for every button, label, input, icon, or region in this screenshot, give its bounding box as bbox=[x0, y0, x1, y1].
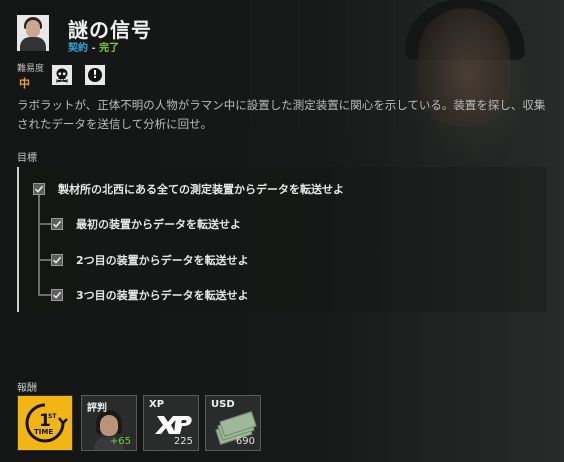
reward-value: +65 bbox=[109, 436, 131, 447]
objective-text: 最初の装置からデータを転送せよ bbox=[76, 218, 241, 231]
reward-title: USD bbox=[211, 399, 235, 410]
objective-text: 製材所の北西にある全ての測定装置からデータを転送せよ bbox=[58, 183, 344, 196]
reward-first-time[interactable]: 1 ST TIME bbox=[17, 395, 73, 451]
objective-item-sub: 2つ目の装置からデータを転送せよ bbox=[51, 252, 249, 268]
svg-text:ST: ST bbox=[48, 413, 57, 420]
portrait-body bbox=[20, 37, 46, 51]
reward-title: 評判 bbox=[87, 403, 107, 414]
difficulty-label: 難易度 bbox=[17, 64, 45, 74]
mission-panel: 謎の信号 契約 - 完了 難易度 中 ! ラボラットが、正体不明の人物がラマン中… bbox=[0, 0, 564, 462]
checkbox-checked-icon bbox=[33, 183, 45, 195]
difficulty-value: 中 bbox=[19, 77, 30, 90]
reward-xp[interactable]: XP 225 bbox=[143, 395, 199, 451]
reward-usd[interactable]: USD 690 bbox=[205, 395, 261, 451]
alert-icon: ! bbox=[85, 65, 105, 85]
checkbox-checked-icon bbox=[51, 218, 63, 230]
portrait-head bbox=[26, 20, 40, 37]
reward-value: 690 bbox=[235, 436, 255, 447]
svg-text:TIME: TIME bbox=[34, 428, 53, 436]
objective-text: 2つ目の装置からデータを転送せよ bbox=[76, 254, 249, 267]
mission-type: 契約 bbox=[68, 43, 88, 54]
rewards-label: 報酬 bbox=[17, 383, 37, 394]
objective-item-sub: 3つ目の装置からデータを転送せよ bbox=[51, 287, 249, 303]
objective-text: 3つ目の装置からデータを転送せよ bbox=[76, 289, 249, 302]
reward-reputation[interactable]: 評判 +65 bbox=[81, 395, 137, 451]
mission-status: 完了 bbox=[99, 43, 120, 54]
mission-separator: - bbox=[88, 43, 100, 54]
mission-description: ラボラットが、正体不明の人物がラマン中に設置した測定装置に関心を示している。装置… bbox=[17, 98, 546, 131]
reputation-portrait-head bbox=[100, 415, 118, 436]
reward-value: 225 bbox=[173, 436, 193, 447]
cash-icon bbox=[215, 411, 257, 445]
objective-tree-line bbox=[38, 194, 40, 296]
quest-giver-portrait bbox=[17, 15, 49, 51]
objectives-label: 目標 bbox=[17, 153, 37, 164]
checkbox-checked-icon bbox=[51, 254, 63, 266]
reward-title: XP bbox=[149, 399, 165, 410]
skull-icon bbox=[52, 65, 72, 85]
first-time-icon: 1 ST TIME bbox=[25, 403, 68, 443]
xp-icon bbox=[155, 416, 192, 434]
objective-item-sub: 最初の装置からデータを転送せよ bbox=[51, 216, 241, 232]
objective-item-main: 製材所の北西にある全ての測定装置からデータを転送せよ bbox=[33, 181, 344, 197]
mission-subtitle: 契約 - 完了 bbox=[68, 39, 119, 54]
checkbox-checked-icon bbox=[51, 289, 63, 301]
